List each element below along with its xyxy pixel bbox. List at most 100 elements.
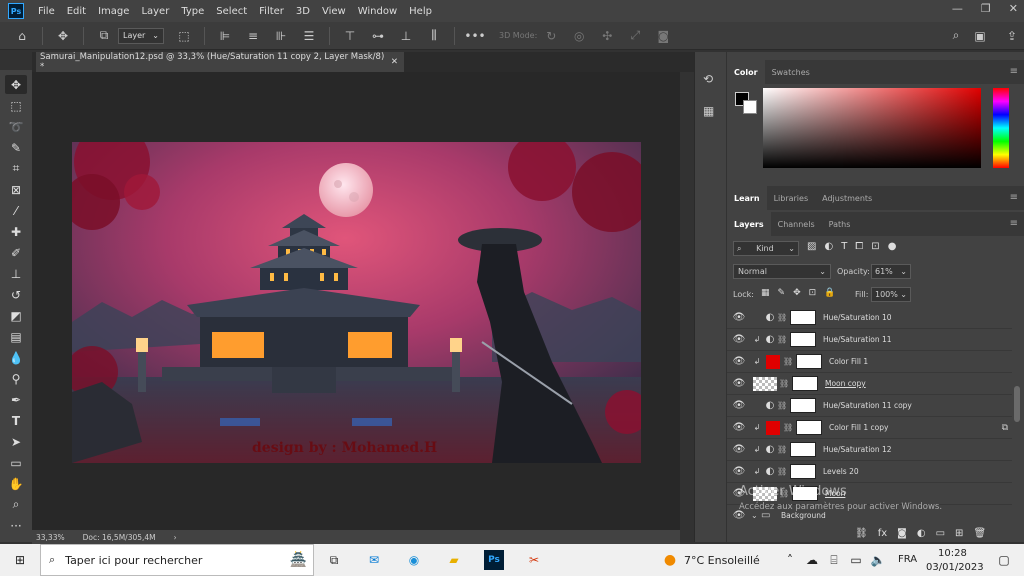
frame-tool-icon[interactable]: ⊠ — [5, 180, 27, 199]
hue-slider[interactable] — [993, 88, 1009, 168]
show-hidden-icons[interactable]: ˄ — [780, 550, 800, 570]
menu-edit[interactable]: Edit — [61, 6, 92, 17]
menu-file[interactable]: File — [32, 6, 61, 17]
crop-tool-icon[interactable]: ⌗ — [5, 159, 27, 178]
align-left-icon[interactable]: ⊫ — [217, 28, 233, 44]
photoshop-logo-icon[interactable]: Ps — [8, 3, 24, 19]
snipping-tool-icon[interactable]: ✂ — [524, 550, 544, 570]
zoom-tool-icon[interactable]: ⌕ — [5, 495, 27, 514]
eyedropper-tool-icon[interactable]: ⁄ — [5, 201, 27, 220]
battery-icon[interactable]: ▭ — [846, 550, 866, 570]
layer-row[interactable]: 👁 ↲ ◐ ⛓ Hue/Saturation 11 — [727, 329, 1012, 351]
visibility-eye-icon[interactable]: 👁 — [727, 356, 751, 367]
visibility-eye-icon[interactable]: 👁 — [727, 312, 751, 323]
task-view-icon[interactable]: ⧉ — [324, 550, 344, 570]
input-language[interactable]: FRA — [898, 554, 917, 565]
layer-name[interactable]: Background — [781, 511, 826, 520]
add-mask-icon[interactable]: ◙ — [897, 528, 907, 539]
lock-transparent-icon[interactable]: ▦ — [761, 288, 770, 298]
layer-mask-thumbnail[interactable] — [796, 354, 822, 369]
layer-mask-thumbnail[interactable] — [796, 420, 822, 435]
onedrive-icon[interactable]: ☁ — [802, 550, 822, 570]
panel-menu-icon[interactable]: ≡ — [1010, 192, 1018, 203]
3d-orbit-icon[interactable]: ↻ — [543, 28, 559, 44]
align-bottom-icon[interactable]: ⊥ — [398, 28, 414, 44]
menu-select[interactable]: Select — [210, 6, 253, 17]
close-document-icon[interactable]: ✕ — [391, 57, 398, 67]
new-layer-icon[interactable]: ⊞ — [955, 528, 963, 539]
layer-name[interactable]: Hue/Saturation 11 — [823, 335, 892, 344]
history-brush-tool-icon[interactable]: ↺ — [5, 285, 27, 304]
document-canvas[interactable]: design by : Mohamed.H — [72, 142, 641, 463]
menu-layer[interactable]: Layer — [135, 6, 175, 17]
home-icon[interactable]: ⌂ — [14, 28, 30, 44]
pen-tool-icon[interactable]: ✒ — [5, 390, 27, 409]
menu-help[interactable]: Help — [403, 6, 438, 17]
share-icon[interactable]: ⇪ — [1004, 28, 1020, 44]
menu-3d[interactable]: 3D — [290, 6, 316, 17]
layer-name[interactable]: Hue/Saturation 11 copy — [823, 401, 912, 410]
fill-color-thumbnail[interactable] — [766, 354, 780, 369]
move-tool-icon[interactable]: ✥ — [55, 28, 71, 44]
delete-layer-icon[interactable]: 🗑 — [973, 528, 986, 539]
link-layers-icon[interactable]: ⛓ — [855, 528, 868, 539]
new-group-icon[interactable]: ▭ — [936, 528, 945, 539]
3d-camera-icon[interactable]: ◙ — [655, 28, 671, 44]
3d-slide-icon[interactable]: ⤢ — [627, 28, 643, 44]
lasso-tool-icon[interactable]: ➰ — [5, 117, 27, 136]
network-icon[interactable]: ⌸ — [824, 550, 844, 570]
type-filter-icon[interactable]: T — [841, 241, 847, 252]
layer-row[interactable]: 👁 ↲ ◐ ⛓ Levels 20 — [727, 461, 1012, 483]
type-tool-icon[interactable]: T — [5, 411, 27, 430]
edge-browser-icon[interactable]: ◉ — [404, 550, 424, 570]
layer-name[interactable]: Moon copy — [825, 379, 866, 388]
clock-date[interactable]: 03/01/2023 — [926, 562, 984, 573]
panel-menu-icon[interactable]: ≡ — [1010, 66, 1018, 77]
dodge-tool-icon[interactable]: ⚲ — [5, 369, 27, 388]
document-tab[interactable]: Samurai_Manipulation12.psd @ 33,3% (Hue/… — [36, 52, 404, 72]
align-center-icon[interactable]: ≡ — [245, 28, 261, 44]
layer-style-icon[interactable]: fx — [878, 528, 887, 539]
volume-icon[interactable]: 🔈 — [868, 550, 888, 570]
adjustment-filter-icon[interactable]: ◐ — [824, 241, 833, 252]
layer-name[interactable]: Color Fill 1 copy — [829, 423, 888, 432]
tab-adjustments[interactable]: Adjustments — [815, 186, 879, 210]
align-middle-icon[interactable]: ⊶ — [370, 28, 386, 44]
mail-icon[interactable]: ✉ — [364, 550, 384, 570]
hand-tool-icon[interactable]: ✋ — [5, 474, 27, 493]
history-panel-icon[interactable]: ⟲ — [703, 72, 713, 86]
properties-panel-icon[interactable]: ▦ — [703, 104, 714, 118]
menu-filter[interactable]: Filter — [253, 6, 290, 17]
move-tool-icon[interactable]: ✥ — [5, 75, 27, 94]
align-vertical-icon[interactable]: ☰ — [301, 28, 317, 44]
tab-learn[interactable]: Learn — [727, 186, 767, 210]
tab-libraries[interactable]: Libraries — [767, 186, 816, 210]
restore-icon[interactable]: ❐ — [981, 2, 991, 15]
align-right-icon[interactable]: ⊪ — [273, 28, 289, 44]
smart-object-filter-icon[interactable]: ⊡ — [871, 241, 879, 252]
tab-paths[interactable]: Paths — [822, 212, 858, 236]
clock-time[interactable]: 10:28 — [938, 548, 967, 559]
lock-image-icon[interactable]: ✎ — [778, 288, 786, 298]
more-tools-icon[interactable]: ··· — [5, 516, 27, 535]
layer-mask-thumbnail[interactable] — [790, 442, 816, 457]
expand-group-icon[interactable]: ⌄ — [751, 511, 761, 520]
marquee-tool-icon[interactable]: ⬚ — [5, 96, 27, 115]
color-picker-field[interactable] — [763, 88, 981, 168]
filter-toggle-icon[interactable]: ● — [888, 241, 897, 252]
blend-mode-select[interactable]: Normal ⌄ — [733, 264, 831, 279]
gradient-tool-icon[interactable]: ▤ — [5, 327, 27, 346]
align-top-icon[interactable]: ⊤ — [342, 28, 358, 44]
layer-name[interactable]: Levels 20 — [823, 467, 859, 476]
layer-mask-thumbnail[interactable] — [790, 464, 816, 479]
auto-select-icon[interactable]: ⧉ — [96, 28, 112, 44]
pixel-filter-icon[interactable]: ▨ — [807, 241, 816, 252]
file-explorer-icon[interactable]: ▰ — [444, 550, 464, 570]
search-icon[interactable]: ⌕ — [948, 28, 964, 44]
layer-row[interactable]: 👁 ↲ ◐ ⛓ Hue/Saturation 12 — [727, 439, 1012, 461]
transform-controls-icon[interactable]: ⬚ — [176, 28, 192, 44]
background-color-swatch[interactable] — [743, 100, 757, 114]
menu-image[interactable]: Image — [92, 6, 135, 17]
windows-start-icon[interactable]: ⊞ — [10, 550, 30, 570]
3d-roll-icon[interactable]: ◎ — [571, 28, 587, 44]
